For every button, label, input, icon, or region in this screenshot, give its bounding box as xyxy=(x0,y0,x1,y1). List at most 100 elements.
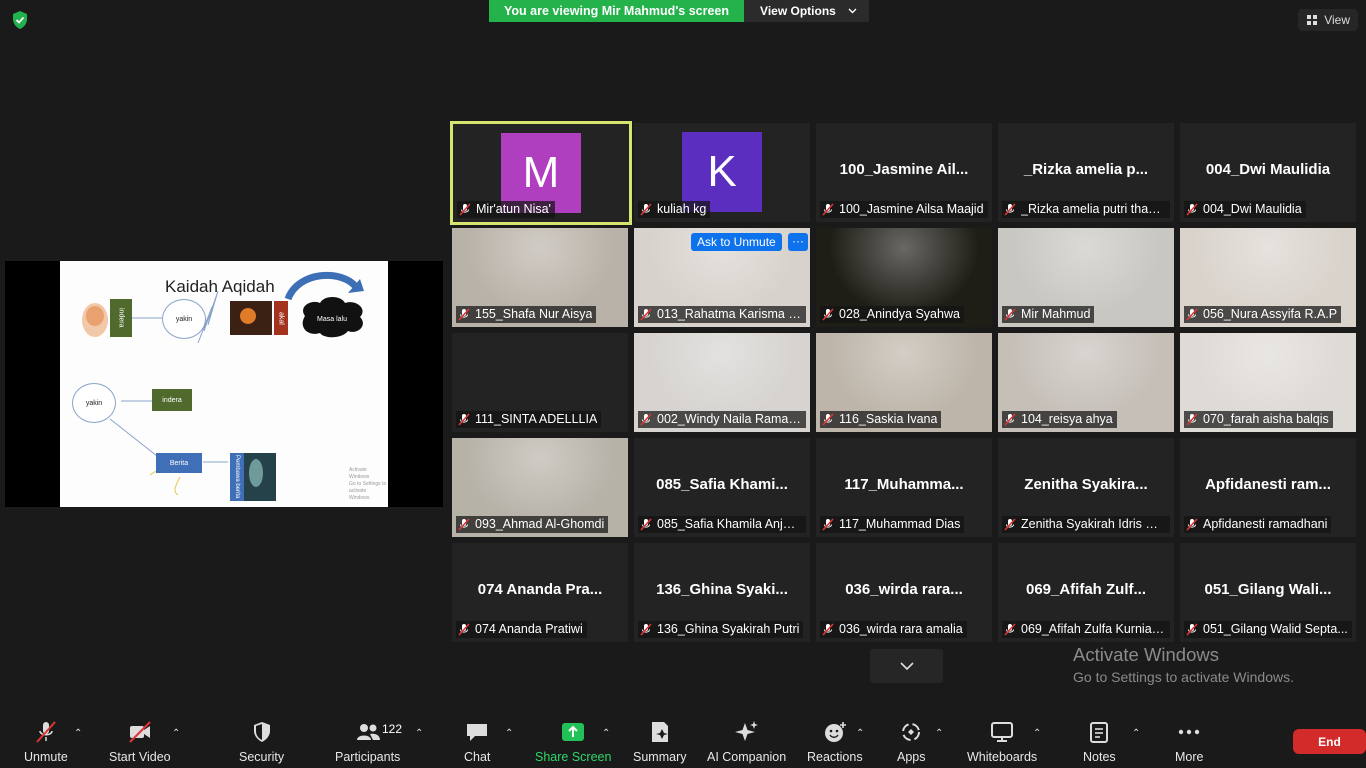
participant-name-label: 056_Nura Assyifa R.A.P xyxy=(1184,306,1342,323)
grid-view-icon xyxy=(1307,15,1318,25)
participant-name-label: Mir'atun Nisa' xyxy=(457,201,555,218)
participant-name-label: 004_Dwi Maulidia xyxy=(1184,201,1306,218)
video-options-caret[interactable]: ⌃ xyxy=(172,728,180,739)
share-screen-button[interactable]: Share Screen xyxy=(535,720,611,764)
notes-options-caret[interactable]: ⌃ xyxy=(1132,728,1140,739)
participant-name-label: 070_farah aisha balqis xyxy=(1184,411,1333,428)
participant-tile[interactable]: 111_SINTA ADELLLIA xyxy=(452,333,628,432)
participant-name: 070_farah aisha balqis xyxy=(1203,412,1329,426)
summary-button[interactable]: Summary xyxy=(633,720,686,764)
whiteboards-label: Whiteboards xyxy=(967,750,1038,764)
participants-options-caret[interactable]: ⌃ xyxy=(415,728,423,739)
participant-display-name: 004_Dwi Maulidia xyxy=(1205,161,1331,178)
chevron-down-icon xyxy=(848,8,857,14)
participant-tile[interactable]: 070_farah aisha balqis xyxy=(1180,333,1356,432)
chat-button[interactable]: Chat xyxy=(464,720,490,764)
reactions-options-caret[interactable]: ⌃ xyxy=(856,728,864,739)
yakin-top-circle: yakin xyxy=(162,299,206,339)
microphone-muted-icon xyxy=(1186,623,1198,636)
participant-name-label: 051_Gilang Walid Septa... xyxy=(1184,621,1352,638)
apps-options-caret[interactable]: ⌃ xyxy=(935,728,943,739)
notes-button[interactable]: Notes xyxy=(1083,720,1116,764)
participants-label: Participants xyxy=(335,750,401,764)
pembawa-berita-box: Pembawa berita xyxy=(230,453,244,501)
participant-tile[interactable]: Ask to Unmute ··· 013_Rahatma Karisma D... xyxy=(634,228,810,327)
participant-tile[interactable]: 117_Muhamma... 117_Muhammad Dias xyxy=(816,438,992,537)
participant-name-label: 085_Safia Khamila Anjas... xyxy=(638,516,806,533)
participant-name-label: 093_Ahmad Al-Ghomdi xyxy=(456,516,609,533)
microphone-muted-icon xyxy=(458,518,470,531)
participant-tile[interactable]: 002_Windy Naila Ramad... xyxy=(634,333,810,432)
more-button[interactable]: More xyxy=(1175,720,1203,764)
participant-tile[interactable]: 074 Ananda Pra... 074 Ananda Pratiwi xyxy=(452,543,628,642)
participant-name: 111_SINTA ADELLLIA xyxy=(475,412,598,426)
participant-display-name: Zenitha Syakira... xyxy=(1024,476,1148,493)
participant-tile[interactable]: Zenitha Syakira... Zenitha Syakirah Idris… xyxy=(998,438,1174,537)
microphone-muted-icon xyxy=(822,518,834,531)
unmute-options-caret[interactable]: ⌃ xyxy=(74,728,82,739)
apps-button[interactable]: Apps xyxy=(897,720,926,764)
participant-name: 051_Gilang Walid Septa... xyxy=(1203,622,1348,636)
participant-name: 155_Shafa Nur Aisya xyxy=(475,307,593,321)
participant-tile[interactable]: 116_Saskia Ivana xyxy=(816,333,992,432)
zoom-meeting-window: You are viewing Mir Mahmud's screen View… xyxy=(0,0,1366,768)
view-button[interactable]: View xyxy=(1298,9,1358,31)
participant-tile[interactable]: 093_Ahmad Al-Ghomdi xyxy=(452,438,628,537)
viewing-screen-label: You are viewing Mir Mahmud's screen xyxy=(489,0,745,22)
participant-tile[interactable]: 136_Ghina Syaki... 136_Ghina Syakirah Put… xyxy=(634,543,810,642)
participant-name: Mir'atun Nisa' xyxy=(476,202,551,216)
participant-display-name: _Rizka amelia p... xyxy=(1023,161,1149,178)
microphone-muted-icon xyxy=(1004,518,1016,531)
microphone-muted-icon xyxy=(640,413,652,426)
participant-tile[interactable]: 036_wirda rara... 036_wirda rara amalia xyxy=(816,543,992,642)
microphone-muted-icon xyxy=(458,623,470,636)
participant-tile[interactable]: 155_Shafa Nur Aisya xyxy=(452,228,628,327)
unmute-button[interactable]: Unmute xyxy=(24,720,68,764)
participant-name-label: 111_SINTA ADELLLIA xyxy=(456,411,602,428)
akal-box: akal xyxy=(274,301,288,335)
participant-name: Apfidanesti ramadhani xyxy=(1203,517,1328,531)
whiteboards-button[interactable]: Whiteboards xyxy=(967,720,1037,764)
ask-to-unmute-button[interactable]: Ask to Unmute xyxy=(691,233,782,251)
share-options-caret[interactable]: ⌃ xyxy=(602,728,610,739)
security-button[interactable]: Security xyxy=(239,720,284,764)
participant-tile[interactable]: 069_Afifah Zulf... 069_Afifah Zulfa Kurni… xyxy=(998,543,1174,642)
shared-screen[interactable]: Kaidah Aqidah indera yakin akal Masa lal… xyxy=(5,261,443,507)
indera-vertical-box: indera xyxy=(110,299,132,337)
start-video-button[interactable]: Start Video xyxy=(109,720,171,764)
microphone-muted-icon xyxy=(1004,308,1016,321)
end-meeting-button[interactable]: End xyxy=(1293,729,1366,754)
participant-tile[interactable]: M Mir'atun Nisa' xyxy=(450,121,632,225)
activate-windows-watermark: Activate Windows Go to Settings to activ… xyxy=(1073,644,1294,685)
share-screen-label: Share Screen xyxy=(535,750,612,764)
participant-tile[interactable]: 051_Gilang Wali... 051_Gilang Walid Septa… xyxy=(1180,543,1356,642)
participant-tile[interactable]: _Rizka amelia p... _Rizka amelia putri th… xyxy=(998,123,1174,222)
participant-tile[interactable]: Kkuliah kg xyxy=(634,123,810,222)
more-dots-icon xyxy=(1179,729,1200,735)
ai-companion-button[interactable]: AI Companion xyxy=(707,720,786,764)
participant-name: 104_reisya ahya xyxy=(1021,412,1113,426)
reactions-button[interactable]: Reactions xyxy=(807,720,863,764)
participant-tile[interactable]: 085_Safia Khami... 085_Safia Khamila Anja… xyxy=(634,438,810,537)
participant-tile[interactable]: 056_Nura Assyifa R.A.P xyxy=(1180,228,1356,327)
participant-tile[interactable]: 100_Jasmine Ail... 100_Jasmine Ailsa Maaj… xyxy=(816,123,992,222)
participant-display-name: 100_Jasmine Ail... xyxy=(839,161,969,178)
participant-name: 002_Windy Naila Ramad... xyxy=(657,412,802,426)
participant-name-label: 155_Shafa Nur Aisya xyxy=(456,306,597,323)
more-options-button[interactable]: ··· xyxy=(788,233,808,251)
participant-display-name: 085_Safia Khami... xyxy=(656,476,788,493)
microphone-muted-icon xyxy=(640,308,652,321)
security-shield-icon xyxy=(253,722,270,742)
slide-watermark: Activate Windows Go to Settings to activ… xyxy=(349,467,387,501)
participant-tile[interactable]: Mir Mahmud xyxy=(998,228,1174,327)
view-options-button[interactable]: View Options xyxy=(744,0,869,22)
participant-tile[interactable]: 004_Dwi Maulidia 004_Dwi Maulidia xyxy=(1180,123,1356,222)
whiteboards-options-caret[interactable]: ⌃ xyxy=(1033,728,1041,739)
participant-tile[interactable]: 104_reisya ahya xyxy=(998,333,1174,432)
participant-tile[interactable]: 028_Anindya Syahwa xyxy=(816,228,992,327)
chat-options-caret[interactable]: ⌃ xyxy=(505,728,513,739)
shield-check-icon[interactable] xyxy=(10,10,30,30)
next-page-button[interactable] xyxy=(870,649,943,683)
participant-tile[interactable]: Apfidanesti ram... Apfidanesti ramadhani xyxy=(1180,438,1356,537)
microphone-muted-icon xyxy=(822,413,834,426)
